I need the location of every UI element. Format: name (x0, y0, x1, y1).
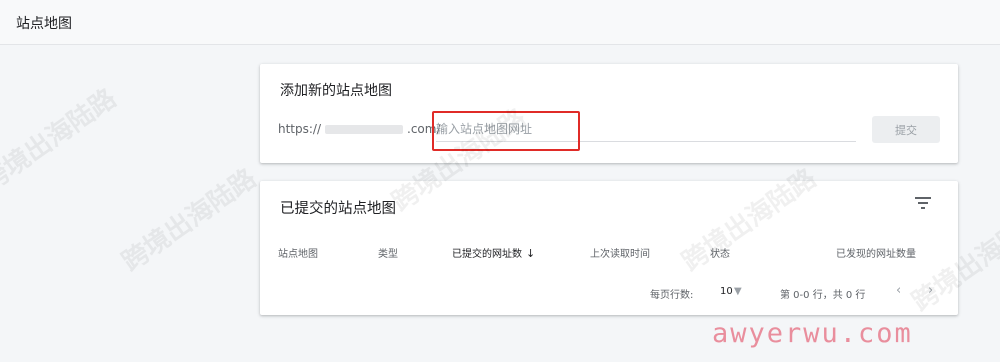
rows-per-page-select[interactable]: 10 ▼ (720, 286, 742, 297)
watermark-text-1: 跨境出海陆路 (0, 83, 122, 198)
caret-down-icon: ▼ (734, 286, 742, 297)
column-header-last-read[interactable]: 上次读取时间 (590, 245, 650, 260)
column-header-type[interactable]: 类型 (378, 245, 398, 260)
column-header-submitted-urls-label: 已提交的网址数 (452, 249, 522, 260)
brand-watermark: awyerwu.com (712, 318, 913, 349)
blurred-domain (325, 124, 404, 134)
arrow-down-icon: ↓ (526, 247, 536, 260)
column-header-sitemap[interactable]: 站点地图 (278, 245, 318, 260)
page-title: 站点地图 (16, 16, 72, 32)
url-prefix-scheme: https:// (278, 122, 322, 136)
url-prefix: https:// .com/ (278, 122, 441, 136)
page-range-text: 第 0-0 行，共 0 行 (780, 290, 866, 301)
chevron-left-icon[interactable]: ‹ (896, 283, 901, 298)
add-sitemap-title: 添加新的站点地图 (280, 83, 392, 99)
submit-button[interactable]: 提交 (872, 116, 940, 143)
rows-per-page-label: 每页行数: (650, 290, 694, 301)
pagination: 每页行数: 10 ▼ 第 0-0 行，共 0 行 ‹ › (260, 283, 958, 306)
submitted-sitemaps-card: 已提交的站点地图 站点地图 类型 已提交的网址数 ↓ 上次读取时间 状态 已发现的… (260, 181, 958, 315)
column-header-submitted-urls[interactable]: 已提交的网址数 ↓ (452, 245, 535, 260)
table-header: 站点地图 类型 已提交的网址数 ↓ 上次读取时间 状态 已发现的网址数量 (260, 245, 958, 265)
add-sitemap-card: 添加新的站点地图 https:// .com/ 提交 (260, 64, 958, 163)
rows-per-page-value: 10 (720, 286, 733, 297)
sitemap-url-input[interactable] (436, 117, 856, 142)
top-bar: 站点地图 (0, 0, 1000, 45)
watermark-text-2: 跨境出海陆路 (116, 163, 262, 278)
submitted-sitemaps-title: 已提交的站点地图 (280, 201, 396, 217)
column-header-status[interactable]: 状态 (710, 245, 730, 260)
column-header-discovered-urls[interactable]: 已发现的网址数量 (836, 245, 916, 260)
filter-icon[interactable] (914, 196, 932, 210)
chevron-right-icon[interactable]: › (928, 283, 933, 298)
